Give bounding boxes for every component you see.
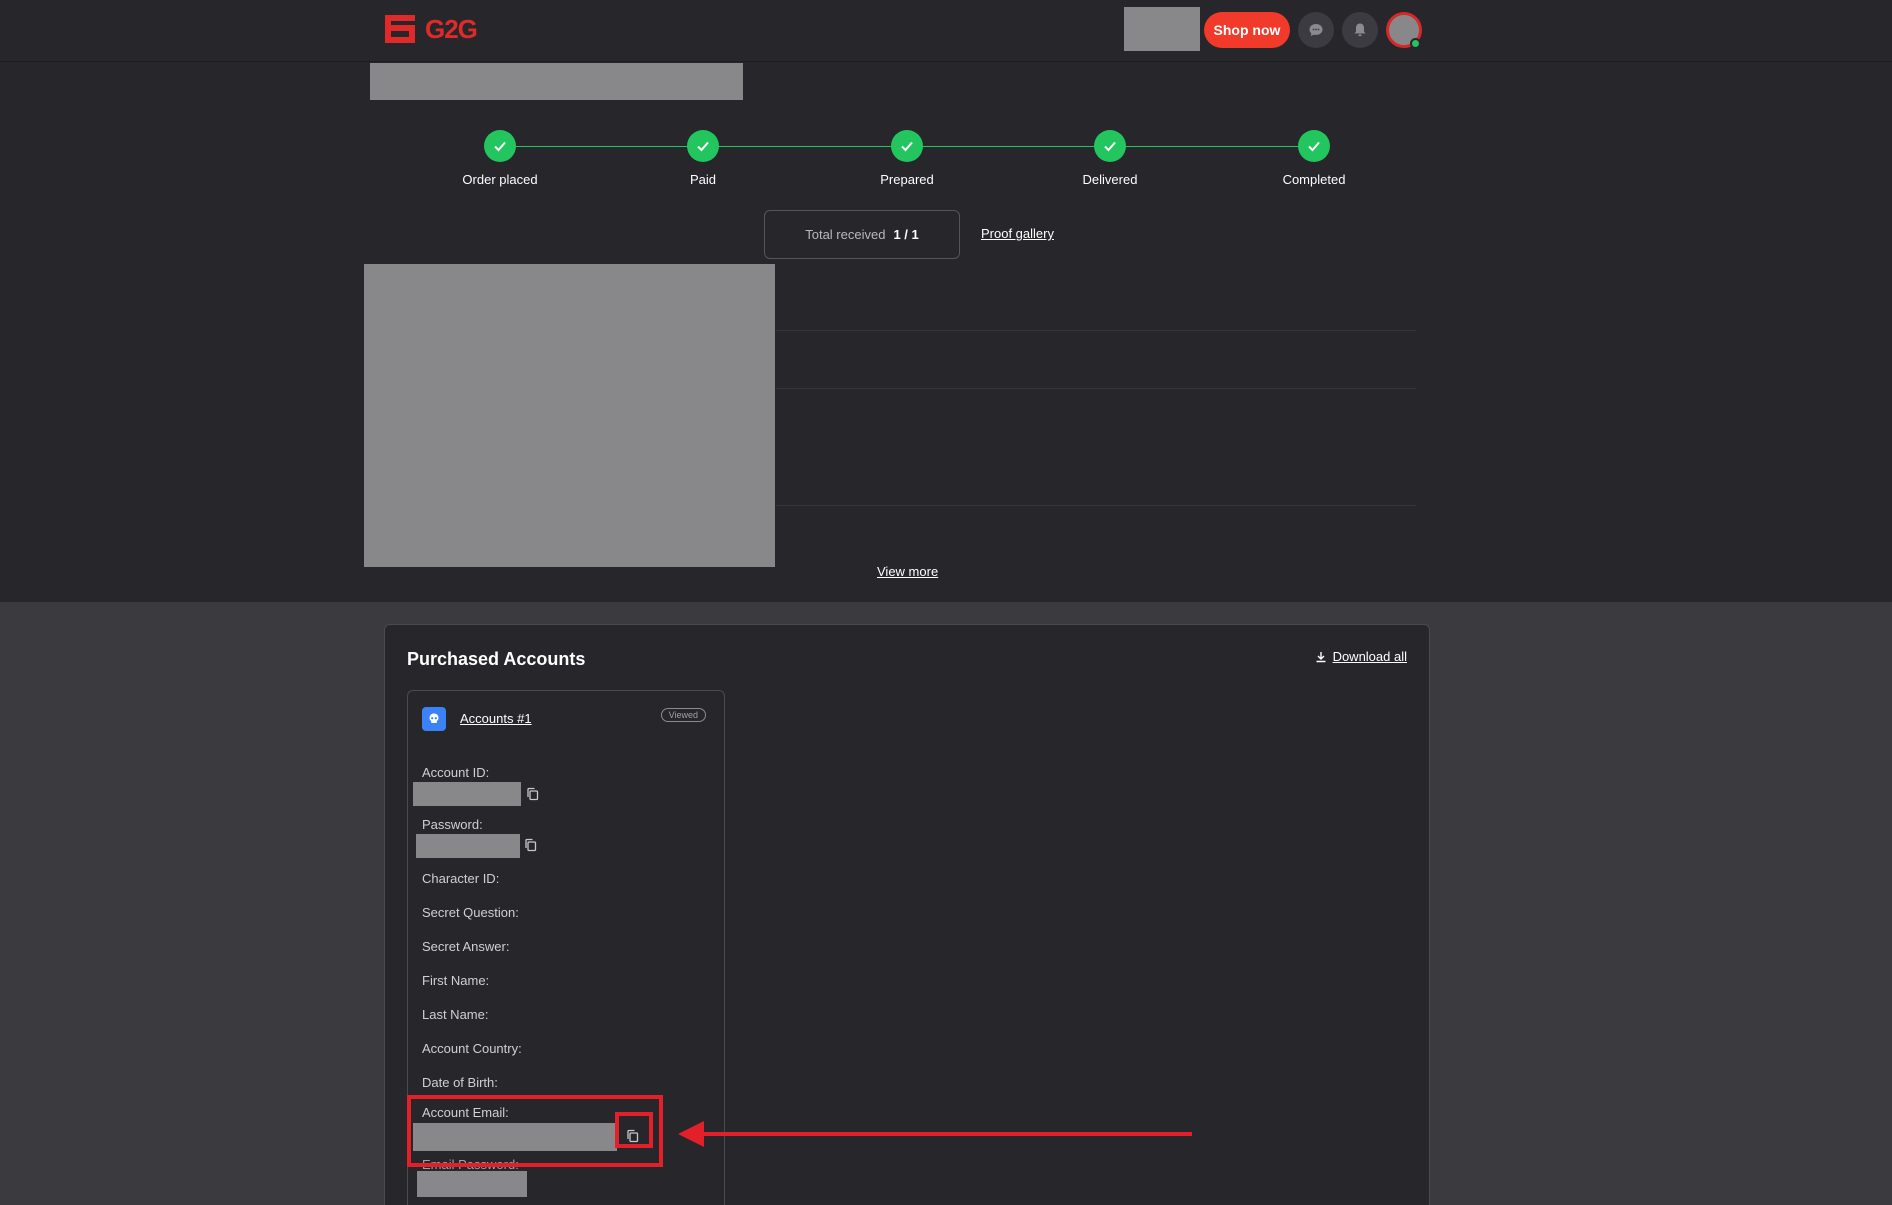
g2g-logo[interactable]: G2G — [383, 13, 478, 45]
logo-text: G2G — [425, 13, 478, 44]
bell-icon — [1354, 23, 1366, 37]
secret-question-label: Secret Question: — [422, 905, 519, 920]
secret-answer-label: Secret Answer: — [422, 939, 510, 954]
viewed-badge: Viewed — [660, 708, 706, 722]
g2g-logo-icon — [385, 15, 415, 43]
step-check-icon — [1094, 130, 1126, 162]
online-status-dot — [1410, 38, 1421, 49]
top-header: G2G Shop now — [0, 0, 1892, 62]
last-name-label: Last Name: — [422, 1007, 489, 1022]
detail-divider — [776, 388, 1416, 389]
header-redacted-area — [1124, 7, 1200, 51]
total-received-box: Total received 1 / 1 — [764, 210, 960, 259]
account-id-label: Account ID: — [422, 765, 490, 780]
step-completed: Completed — [1234, 130, 1394, 187]
order-section: Order placed Paid Prepared Delivered Com… — [0, 62, 1892, 602]
date-of-birth-label: Date of Birth: — [422, 1075, 498, 1090]
step-order-placed: Order placed — [420, 130, 580, 187]
view-more-link[interactable]: View more — [877, 564, 938, 579]
password-value-redacted — [416, 834, 520, 858]
detail-divider — [776, 330, 1416, 331]
step-check-icon — [1298, 130, 1330, 162]
panel-title: Purchased Accounts — [407, 649, 586, 669]
shop-now-button[interactable]: Shop now — [1204, 12, 1290, 48]
chat-icon — [1309, 24, 1323, 36]
notifications-button[interactable] — [1342, 12, 1378, 48]
copy-password-button[interactable] — [522, 837, 538, 853]
step-paid: Paid — [623, 130, 783, 187]
detail-divider — [776, 505, 1416, 506]
step-delivered: Delivered — [1030, 130, 1190, 187]
account-country-label: Account Country: — [422, 1041, 522, 1056]
step-prepared: Prepared — [827, 130, 987, 187]
order-title-redacted — [370, 63, 743, 100]
step-check-icon — [687, 130, 719, 162]
step-label: Completed — [1282, 172, 1346, 187]
copy-icon — [524, 838, 536, 852]
account-id-value-redacted — [413, 782, 521, 806]
total-received-value: 1 / 1 — [893, 227, 919, 242]
first-name-label: First Name: — [422, 973, 490, 988]
step-label: Paid — [689, 172, 717, 187]
annotation-arrow-line — [690, 1132, 1192, 1136]
step-label: Order placed — [462, 172, 538, 187]
chat-button[interactable] — [1298, 12, 1334, 48]
product-image-redacted — [364, 264, 775, 567]
character-id-label: Character ID: — [422, 871, 500, 886]
proof-gallery-link[interactable]: Proof gallery — [981, 226, 1054, 241]
step-check-icon — [891, 130, 923, 162]
total-received-label: Total received — [805, 227, 886, 242]
download-icon — [1316, 651, 1326, 662]
download-all-button[interactable]: Download all — [1315, 649, 1407, 664]
step-check-icon — [484, 130, 516, 162]
copy-account-id-button[interactable] — [524, 786, 540, 802]
password-label: Password: — [422, 817, 483, 832]
step-label: Prepared — [880, 172, 934, 187]
account-name-link[interactable]: Accounts #1 — [460, 711, 532, 726]
step-label: Delivered — [1082, 172, 1138, 187]
download-all-label: Download all — [1332, 649, 1407, 664]
copy-icon — [526, 787, 538, 801]
email-password-value-redacted — [417, 1171, 527, 1197]
annotation-highlight-copy-button — [615, 1112, 653, 1148]
account-skull-icon — [422, 707, 446, 731]
